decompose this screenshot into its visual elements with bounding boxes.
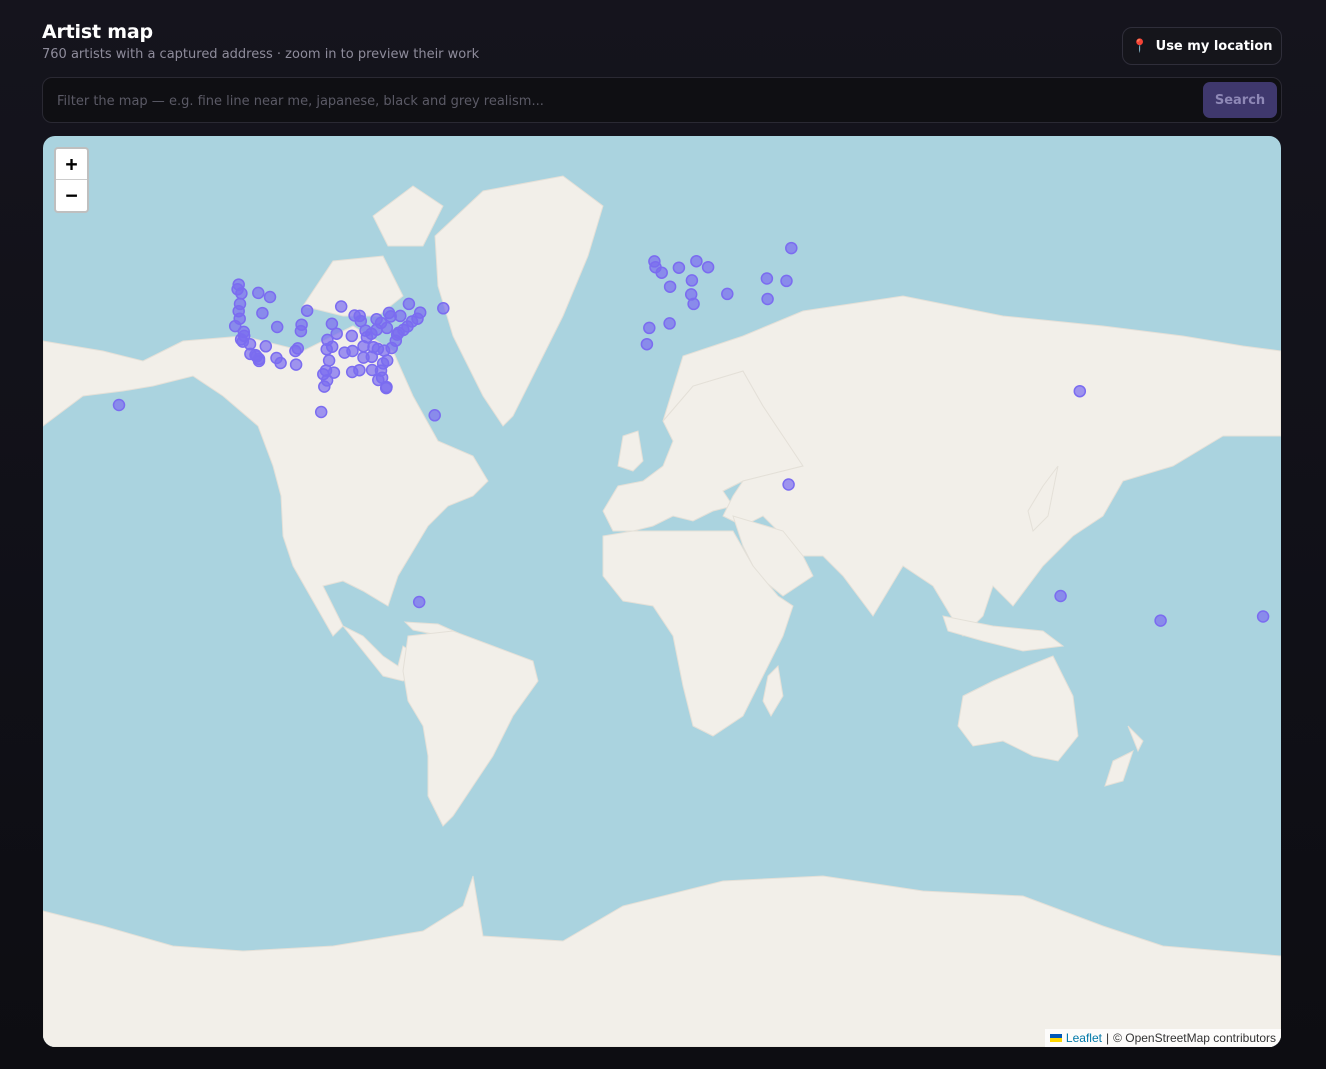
artist-marker[interactable] <box>334 300 348 313</box>
artist-marker[interactable] <box>782 478 795 491</box>
search-button[interactable]: Search <box>1203 82 1277 118</box>
artist-marker[interactable] <box>371 342 385 356</box>
artist-marker[interactable] <box>785 241 798 255</box>
artist-marker[interactable] <box>252 354 266 368</box>
artist-marker[interactable] <box>655 266 668 279</box>
artist-marker[interactable] <box>701 260 715 274</box>
zoom-out-button[interactable]: − <box>56 180 87 210</box>
artist-marker[interactable] <box>322 354 336 367</box>
artist-markers-layer <box>112 241 1270 627</box>
artist-marker[interactable] <box>263 290 277 304</box>
artist-marker[interactable] <box>1073 384 1087 398</box>
artist-marker[interactable] <box>252 286 265 300</box>
artist-marker[interactable] <box>428 409 441 422</box>
artist-marker[interactable] <box>256 306 269 320</box>
artist-marker[interactable] <box>780 274 793 288</box>
use-my-location-label: Use my location <box>1155 38 1273 54</box>
artist-marker[interactable] <box>380 380 393 394</box>
artist-marker[interactable] <box>295 318 308 331</box>
zoom-in-button[interactable]: + <box>56 149 87 180</box>
artist-marker[interactable] <box>663 280 677 293</box>
artist-marker[interactable] <box>270 320 284 334</box>
search-bar: Search <box>42 77 1282 123</box>
artist-marker[interactable] <box>112 398 126 412</box>
artist-marker[interactable] <box>325 340 339 353</box>
artist-marker[interactable] <box>412 595 426 609</box>
artist-marker[interactable] <box>345 329 359 343</box>
artist-marker[interactable] <box>760 272 774 285</box>
artist-marker[interactable] <box>289 358 303 371</box>
page-title: Artist map <box>42 21 153 43</box>
map-pin-icon: 📍 <box>1131 38 1148 54</box>
artist-marker[interactable] <box>1154 614 1167 627</box>
page-subtitle: 760 artists with a captured address · zo… <box>42 47 480 62</box>
artist-marker[interactable] <box>382 306 396 320</box>
artist-marker[interactable] <box>360 330 374 344</box>
zoom-control: + − <box>54 147 89 213</box>
artist-marker[interactable] <box>338 346 351 359</box>
artist-marker[interactable] <box>1054 589 1067 603</box>
page-header: Artist map 760 artists with a captured a… <box>42 20 1282 70</box>
artist-marker[interactable] <box>437 302 450 315</box>
artist-marker[interactable] <box>687 297 700 311</box>
artist-marker[interactable] <box>413 306 427 319</box>
artist-marker[interactable] <box>685 274 699 287</box>
artist-marker[interactable] <box>402 297 416 311</box>
artist-marker[interactable] <box>643 321 656 335</box>
artist-marker[interactable] <box>353 363 366 377</box>
artist-marker[interactable] <box>672 261 686 274</box>
artist-marker[interactable] <box>291 342 305 355</box>
artist-marker[interactable] <box>274 356 287 370</box>
artist-marker[interactable] <box>663 317 676 330</box>
artist-marker[interactable] <box>300 304 314 317</box>
artist-marker[interactable] <box>314 405 328 419</box>
artist-marker[interactable] <box>259 340 273 353</box>
use-my-location-button[interactable]: 📍 Use my location <box>1122 27 1282 65</box>
artist-marker[interactable] <box>365 363 379 377</box>
leaflet-link[interactable]: Leaflet <box>1066 1031 1102 1045</box>
artist-marker[interactable] <box>1256 610 1270 623</box>
artist-marker[interactable] <box>761 292 774 306</box>
artist-marker[interactable] <box>640 337 654 351</box>
world-map[interactable]: + − Leaflet | © OpenStreetMap contributo… <box>43 136 1281 1047</box>
map-attribution: Leaflet | © OpenStreetMap contributors <box>1044 1029 1281 1047</box>
map-filter-input[interactable] <box>44 79 1209 123</box>
artist-marker[interactable] <box>690 254 703 268</box>
artist-marker[interactable] <box>231 283 244 296</box>
artist-marker[interactable] <box>318 380 331 393</box>
ukraine-flag-icon <box>1049 1034 1062 1042</box>
artist-marker[interactable] <box>380 321 394 335</box>
attribution-separator: | <box>1105 1031 1110 1045</box>
attribution-text: © OpenStreetMap contributors <box>1113 1031 1276 1045</box>
artist-marker[interactable] <box>721 287 734 301</box>
